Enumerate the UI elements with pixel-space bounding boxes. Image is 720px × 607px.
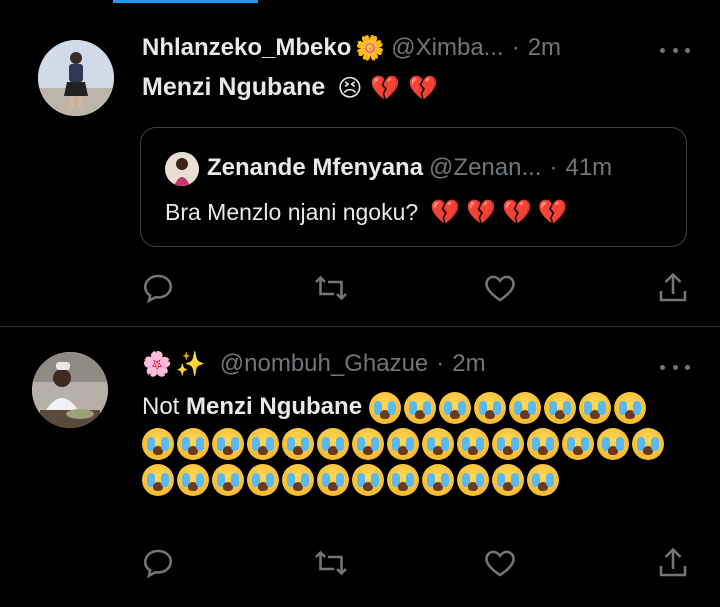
like-icon[interactable] bbox=[482, 270, 518, 306]
loudly-crying-face-emoji bbox=[142, 463, 174, 496]
quoted-username[interactable]: @Zenan... bbox=[429, 154, 541, 182]
loudly-crying-face-emoji bbox=[282, 427, 314, 460]
retweet-icon[interactable] bbox=[313, 545, 349, 581]
loudly-crying-face-emoji bbox=[422, 427, 454, 460]
tweet-header: 🌸 ✨ @nombuh_Ghazue · 2m bbox=[142, 350, 486, 378]
loudly-crying-face-emoji bbox=[508, 391, 541, 424]
broken-heart-emoji: 💔 bbox=[370, 73, 401, 102]
loudly-crying-face-emoji bbox=[247, 463, 279, 496]
loudly-crying-face-emoji bbox=[177, 427, 209, 460]
avatar[interactable] bbox=[32, 352, 108, 428]
tweet-header: Nhlanzeko_Mbeko 🌼 @Ximba... · 2m bbox=[142, 34, 561, 62]
quoted-tweet-text: Bra Menzlo njani ngoku? 💔 💔 💔 💔 bbox=[165, 198, 568, 226]
share-icon[interactable] bbox=[655, 270, 691, 306]
loudly-crying-face-emoji bbox=[562, 427, 594, 460]
username[interactable]: @Ximba... bbox=[391, 34, 503, 62]
quoted-tweet-header: Zenande Mfenyana @Zenan... · 41m bbox=[207, 154, 612, 182]
sparkles-emoji: ✨ bbox=[175, 350, 206, 378]
tweet-actions bbox=[0, 545, 720, 585]
loudly-crying-face-emoji bbox=[317, 427, 349, 460]
loudly-crying-face-emoji bbox=[247, 427, 279, 460]
tweet-text-content: Menzi Ngubane bbox=[142, 73, 326, 101]
tweet-1[interactable]: Nhlanzeko_Mbeko 🌼 @Ximba... · 2m Menzi N… bbox=[0, 0, 720, 327]
broken-heart-emoji: 💔 bbox=[537, 198, 568, 226]
loudly-crying-face-emoji bbox=[543, 391, 576, 424]
persevering-face-emoji: 😣 bbox=[337, 73, 363, 102]
loudly-crying-face-emoji bbox=[387, 427, 419, 460]
avatar-photo bbox=[32, 352, 108, 428]
loudly-crying-face-emoji bbox=[177, 463, 209, 496]
loudly-crying-face-emoji bbox=[492, 427, 524, 460]
loudly-crying-face-emoji bbox=[527, 427, 559, 460]
share-icon[interactable] bbox=[655, 545, 691, 581]
avatar-photo bbox=[165, 152, 199, 186]
tweet-text: Menzi Ngubane 😣 💔 💔 bbox=[142, 73, 438, 102]
loudly-crying-face-emoji bbox=[457, 463, 489, 496]
loudly-crying-face-emoji bbox=[387, 463, 419, 496]
loudly-crying-face-emoji bbox=[527, 463, 559, 496]
avatar[interactable] bbox=[38, 40, 114, 116]
tweet-text-bold: Menzi Ngubane bbox=[186, 393, 363, 420]
loudly-crying-face-emoji bbox=[368, 391, 401, 424]
loudly-crying-face-emoji bbox=[457, 427, 489, 460]
loudly-crying-face-emoji bbox=[282, 463, 314, 496]
cherry-blossom-emoji: 🌸 bbox=[142, 350, 172, 378]
loudly-crying-face-emoji bbox=[613, 391, 646, 424]
broken-heart-emoji: 💔 bbox=[408, 73, 439, 102]
loudly-crying-face-emoji bbox=[578, 391, 611, 424]
separator-dot: · bbox=[511, 34, 520, 61]
loudly-crying-face-emoji bbox=[352, 463, 384, 496]
reply-icon[interactable] bbox=[140, 270, 176, 306]
tweet-2[interactable]: 🌸 ✨ @nombuh_Ghazue · 2m Not Menzi Nguban… bbox=[0, 327, 720, 607]
timestamp[interactable]: 2m bbox=[528, 34, 561, 62]
loudly-crying-face-emoji bbox=[438, 391, 471, 424]
loudly-crying-face-emoji bbox=[212, 427, 244, 460]
retweet-icon[interactable] bbox=[313, 270, 349, 306]
separator-dot: · bbox=[549, 154, 558, 181]
more-icon[interactable] bbox=[660, 40, 690, 60]
separator-dot: · bbox=[436, 350, 445, 377]
broken-heart-emoji: 💔 bbox=[430, 198, 461, 226]
loudly-crying-face-emoji bbox=[632, 427, 664, 460]
loudly-crying-face-emoji bbox=[142, 427, 174, 460]
quoted-tweet[interactable]: Zenande Mfenyana @Zenan... · 41m Bra Men… bbox=[140, 127, 687, 247]
quoted-avatar[interactable] bbox=[165, 152, 199, 186]
timestamp[interactable]: 2m bbox=[452, 350, 485, 378]
loudly-crying-face-emoji bbox=[212, 463, 244, 496]
loudly-crying-face-emoji bbox=[597, 427, 629, 460]
username[interactable]: @nombuh_Ghazue bbox=[220, 350, 429, 378]
quoted-display-name[interactable]: Zenande Mfenyana bbox=[207, 154, 423, 182]
tweet-actions bbox=[0, 270, 720, 310]
quoted-text-content: Bra Menzlo njani ngoku? bbox=[165, 198, 419, 225]
display-name[interactable]: Nhlanzeko_Mbeko bbox=[142, 34, 351, 62]
loudly-crying-face-emoji bbox=[422, 463, 454, 496]
loudly-crying-face-emoji bbox=[352, 427, 384, 460]
flower-emoji: 🌼 bbox=[355, 34, 386, 62]
loudly-crying-face-emoji bbox=[492, 463, 524, 496]
more-icon[interactable] bbox=[660, 357, 690, 377]
broken-heart-emoji: 💔 bbox=[501, 198, 532, 226]
tweet-text: Not Menzi Ngubane bbox=[142, 389, 682, 497]
like-icon[interactable] bbox=[482, 545, 518, 581]
loudly-crying-face-emoji bbox=[403, 391, 436, 424]
loudly-crying-face-emoji bbox=[473, 391, 506, 424]
reply-icon[interactable] bbox=[140, 545, 176, 581]
broken-heart-emoji: 💔 bbox=[466, 198, 496, 226]
quoted-timestamp[interactable]: 41m bbox=[565, 154, 612, 182]
avatar-photo bbox=[38, 40, 114, 116]
tweet-text-prefix: Not bbox=[142, 393, 180, 420]
loudly-crying-face-emoji bbox=[317, 463, 349, 496]
